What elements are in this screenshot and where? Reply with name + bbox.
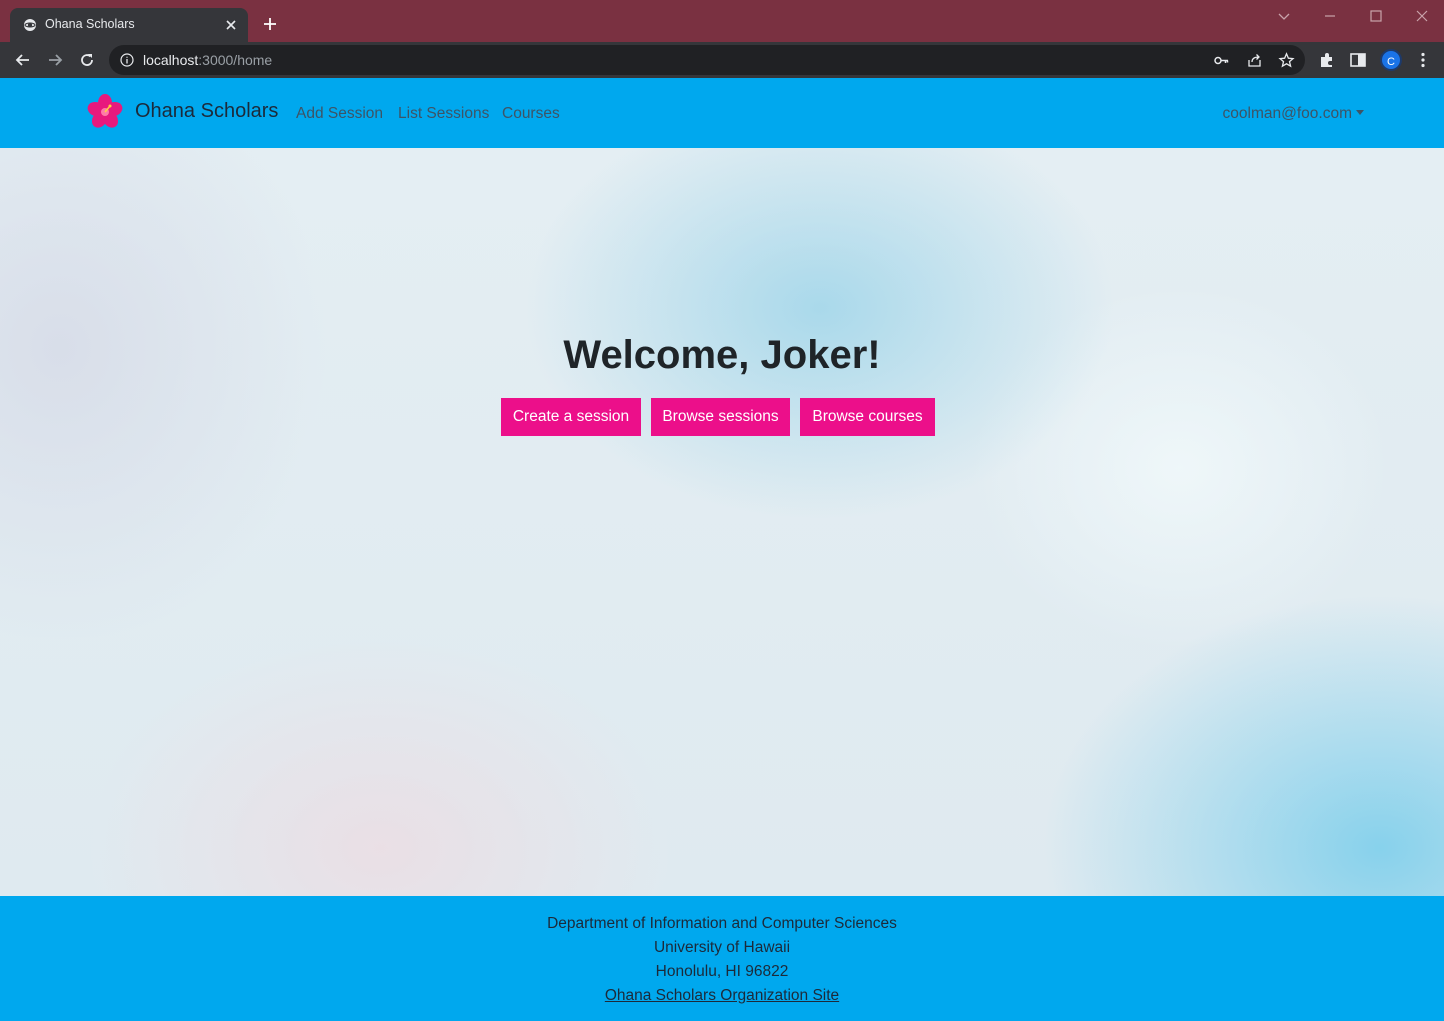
close-window-icon[interactable] bbox=[1412, 6, 1432, 26]
minimize-icon[interactable] bbox=[1320, 6, 1340, 26]
site-footer: Department of Information and Computer S… bbox=[0, 896, 1444, 1021]
browser-tab[interactable]: Ohana Scholars bbox=[10, 8, 248, 42]
reload-icon[interactable] bbox=[77, 50, 97, 70]
footer-address: Honolulu, HI 96822 bbox=[655, 963, 789, 980]
maximize-icon[interactable] bbox=[1366, 6, 1386, 26]
key-password-icon[interactable] bbox=[1213, 52, 1230, 69]
close-tab-icon[interactable] bbox=[222, 16, 240, 34]
footer-link-row: Ohana Scholars Organization Site bbox=[0, 987, 1444, 1005]
new-tab-plus-icon[interactable] bbox=[259, 13, 281, 35]
organization-site-link[interactable]: Ohana Scholars Organization Site bbox=[605, 987, 839, 1004]
share-icon[interactable] bbox=[1246, 52, 1263, 69]
site-navbar: Ohana Scholars Add Session List Sessions… bbox=[0, 78, 1444, 148]
menu-kebab-icon[interactable] bbox=[1413, 50, 1433, 70]
address-bar[interactable]: localhost:3000/home bbox=[109, 45, 1305, 75]
brand-name[interactable]: Ohana Scholars bbox=[135, 100, 278, 123]
browser-tabstrip: Ohana Scholars bbox=[0, 0, 1444, 42]
forward-arrow-icon[interactable] bbox=[45, 50, 65, 70]
profile-avatar[interactable]: C bbox=[1380, 49, 1402, 71]
tab-title: Ohana Scholars bbox=[45, 17, 135, 31]
footer-department: Department of Information and Computer S… bbox=[547, 915, 897, 932]
hibiscus-flower-icon[interactable] bbox=[86, 93, 124, 131]
site-info-icon[interactable] bbox=[120, 53, 134, 67]
footer-university: University of Hawaii bbox=[653, 939, 791, 956]
nav-link-add-session[interactable]: Add Session bbox=[296, 105, 383, 123]
tab-search-chevron-icon[interactable] bbox=[1274, 6, 1294, 26]
dropdown-caret-icon bbox=[1356, 110, 1364, 115]
nav-link-list-sessions[interactable]: List Sessions bbox=[398, 105, 489, 123]
extensions-puzzle-icon[interactable] bbox=[1317, 50, 1337, 70]
welcome-heading: Welcome, Joker! bbox=[563, 333, 881, 377]
side-panel-icon[interactable] bbox=[1348, 50, 1368, 70]
bookmark-star-icon[interactable] bbox=[1278, 52, 1295, 69]
browse-courses-button[interactable]: Browse courses bbox=[800, 398, 935, 436]
browse-sessions-button[interactable]: Browse sessions bbox=[651, 398, 790, 436]
url-text: localhost:3000/home bbox=[143, 52, 273, 68]
browser-toolbar: localhost:3000/home C bbox=[0, 42, 1444, 78]
back-arrow-icon[interactable] bbox=[13, 50, 33, 70]
nav-link-courses[interactable]: Courses bbox=[502, 105, 560, 123]
hero-section: Welcome, Joker! Create a session Browse … bbox=[0, 148, 1444, 896]
user-email: coolman@foo.com bbox=[1222, 105, 1352, 122]
react-favicon-icon bbox=[24, 19, 36, 31]
create-session-button[interactable]: Create a session bbox=[501, 398, 641, 436]
page-viewport: Ohana Scholars Add Session List Sessions… bbox=[0, 78, 1444, 1021]
user-dropdown[interactable]: coolman@foo.com bbox=[1223, 105, 1364, 123]
